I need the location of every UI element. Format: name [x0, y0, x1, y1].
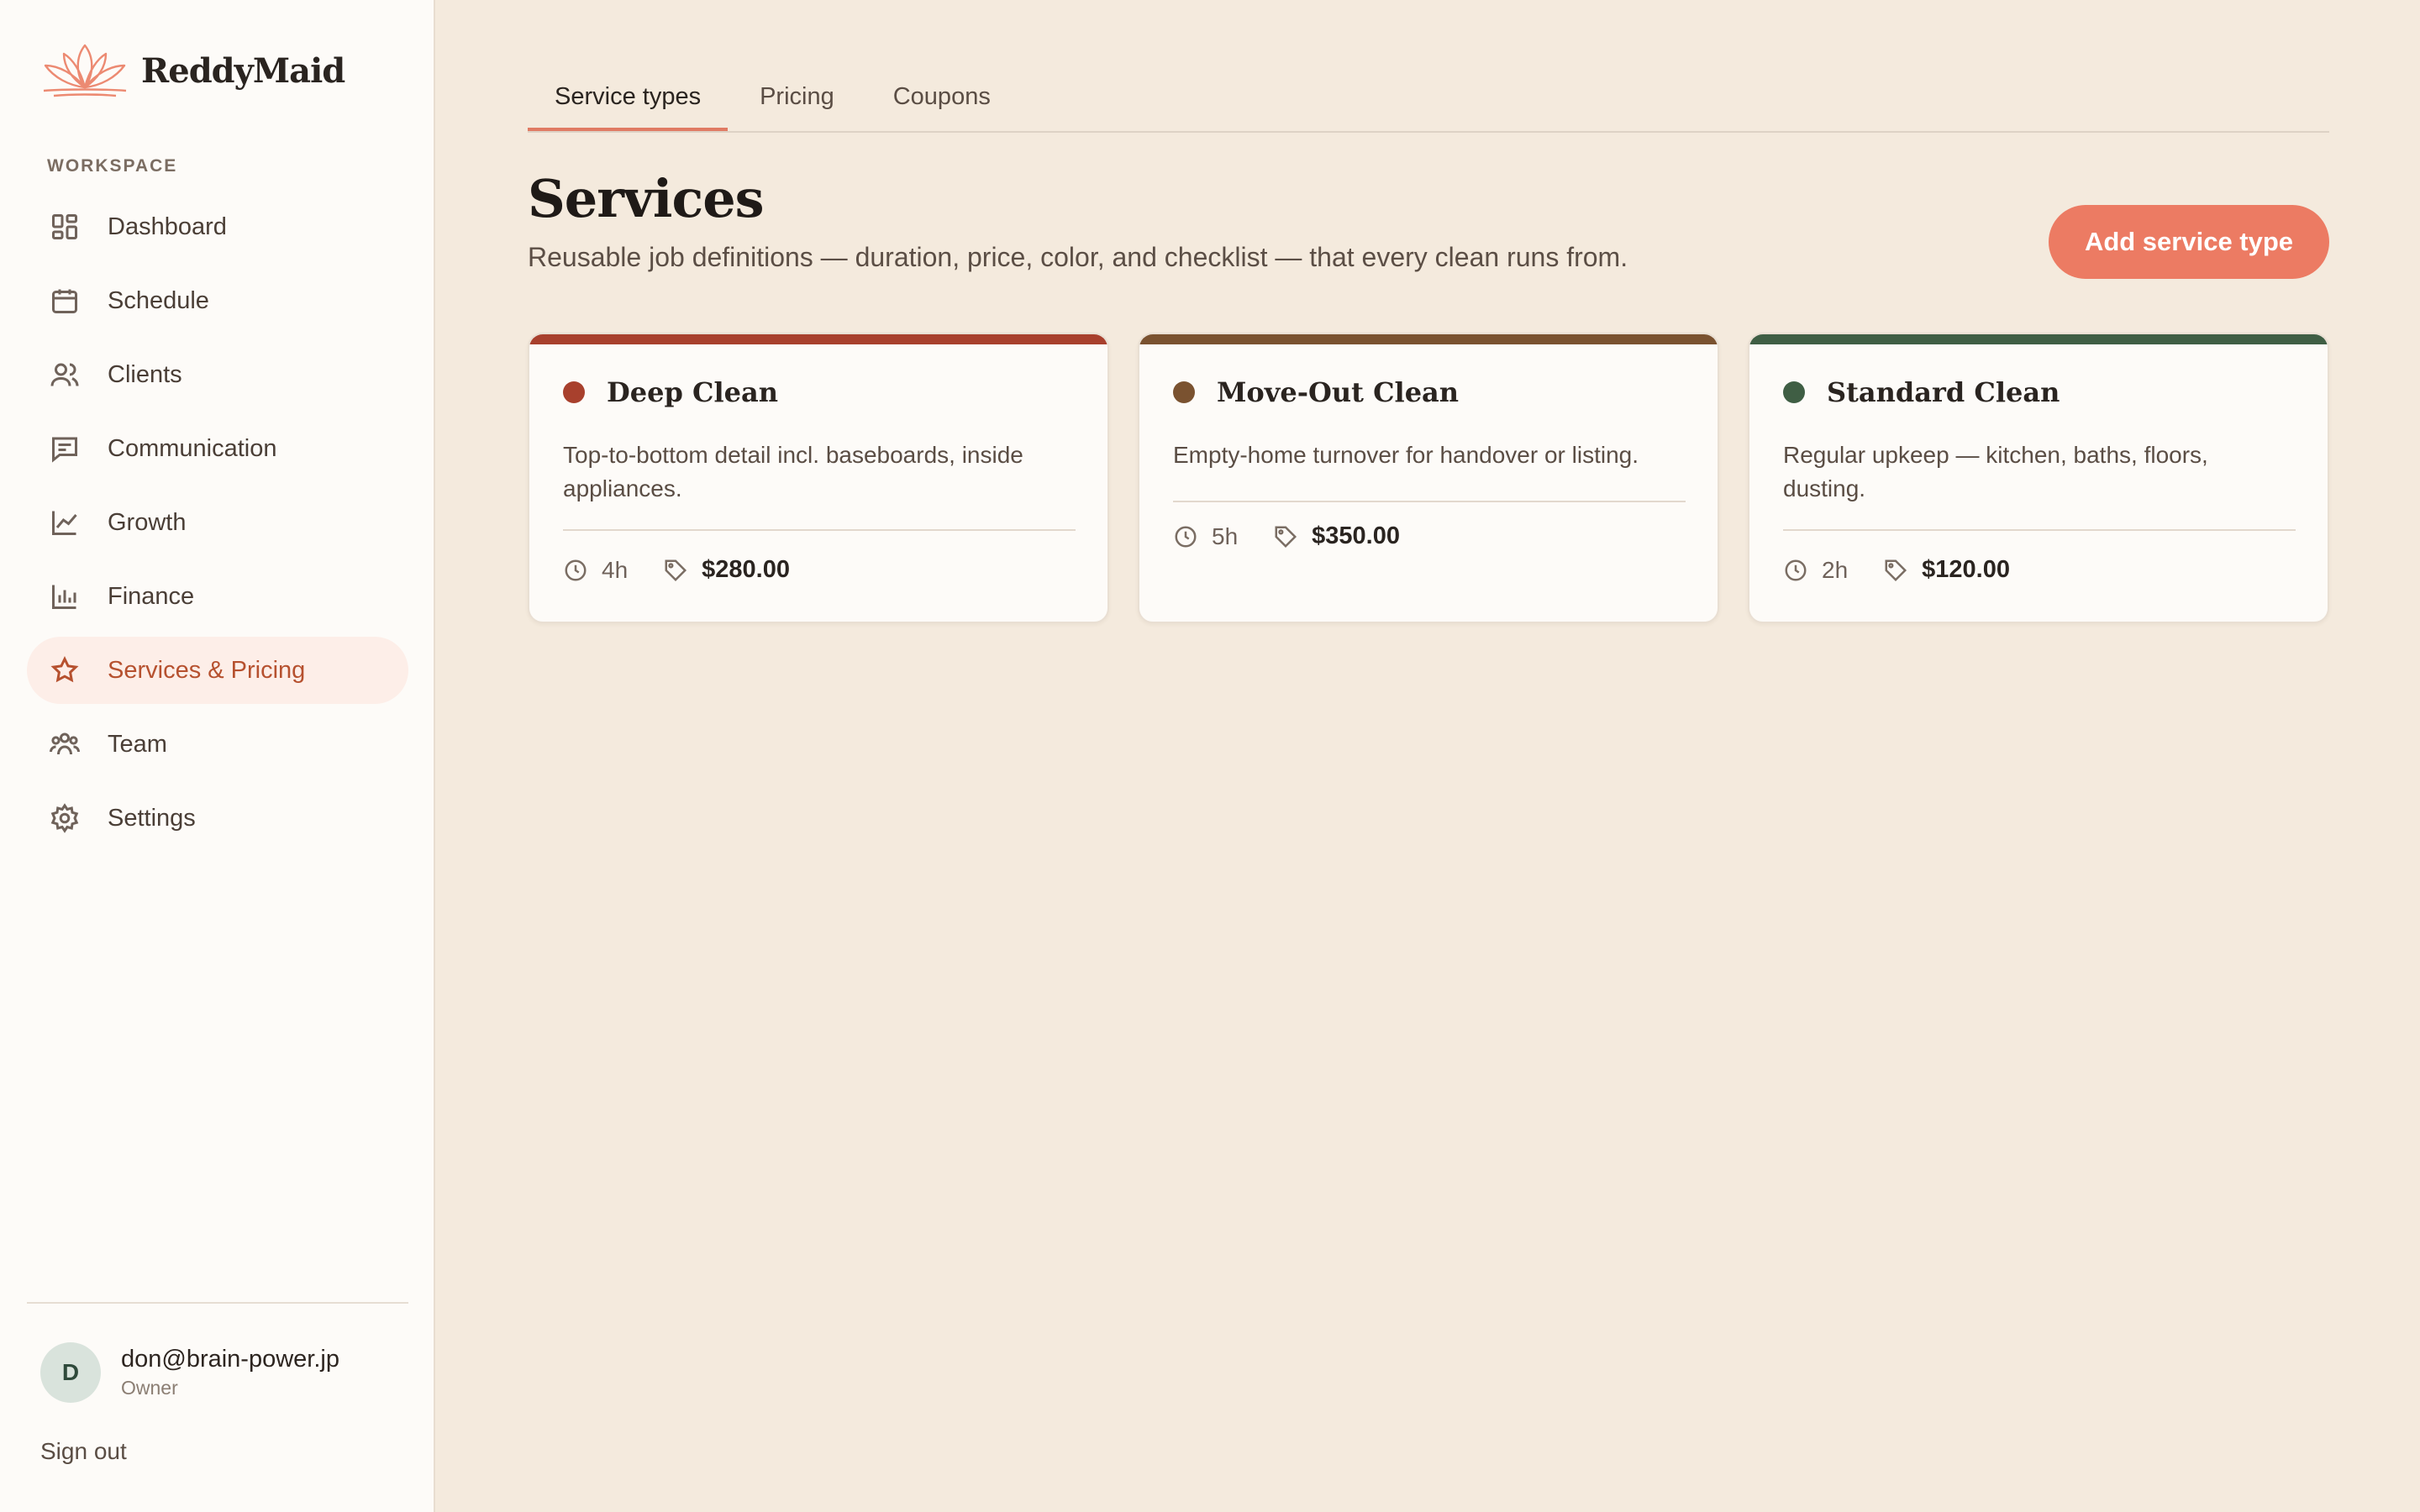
card-color-bar: [1749, 334, 2328, 344]
user-profile[interactable]: D don@brain-power.jp Owner: [40, 1342, 339, 1403]
star-icon: [47, 653, 82, 688]
tag-icon: [1273, 524, 1298, 549]
sidebar-item-label: Communication: [108, 434, 277, 462]
service-duration: 2h: [1822, 556, 1849, 583]
card-divider: [1173, 501, 1686, 502]
service-name: Move-Out Clean: [1217, 376, 1460, 408]
tab-service-types[interactable]: Service types: [528, 71, 729, 131]
page-subtitle: Reusable job definitions — duration, pri…: [528, 242, 1628, 272]
service-description: Top-to-bottom detail incl. baseboards, i…: [563, 442, 1023, 501]
add-service-type-button[interactable]: Add service type: [2049, 205, 2329, 279]
user-email: don@brain-power.jp: [121, 1346, 339, 1373]
sidebar: ReddyMaid WORKSPACE Dashboard Schedule C…: [0, 0, 435, 1512]
section-label-workspace: WORKSPACE: [47, 156, 178, 176]
service-duration: 4h: [602, 556, 629, 583]
tag-icon: [1883, 558, 1908, 583]
brand[interactable]: ReddyMaid: [39, 37, 345, 105]
brand-name: ReddyMaid: [141, 51, 345, 91]
sidebar-item-services-pricing[interactable]: Services & Pricing: [27, 637, 408, 704]
sidebar-item-label: Settings: [108, 804, 196, 832]
card-color-bar: [1139, 334, 1718, 344]
clock-icon: [563, 558, 588, 583]
grid-icon: [47, 209, 82, 244]
service-price: $120.00: [1922, 556, 2010, 583]
card-color-bar: [529, 334, 1107, 344]
gear-icon: [47, 801, 82, 836]
service-description: Regular upkeep — kitchen, baths, floors,…: [1783, 442, 2208, 501]
users-icon: [47, 357, 82, 392]
sidebar-item-label: Finance: [108, 582, 195, 610]
service-price: $280.00: [702, 556, 790, 583]
sidebar-nav: Dashboard Schedule Clients Communication: [27, 193, 408, 858]
service-name: Standard Clean: [1827, 376, 2060, 408]
bar-chart-icon: [47, 579, 82, 614]
sign-out-link[interactable]: Sign out: [40, 1438, 127, 1465]
sidebar-item-label: Services & Pricing: [108, 656, 306, 684]
service-meta: 2h $120.00: [1783, 556, 2010, 584]
page-title: Services: [528, 168, 765, 229]
sidebar-item-label: Growth: [108, 508, 187, 536]
service-meta: 4h $280.00: [563, 556, 790, 584]
clock-icon: [1173, 524, 1198, 549]
color-dot: [1173, 381, 1195, 403]
card-divider: [1783, 529, 2296, 531]
sidebar-item-clients[interactable]: Clients: [27, 341, 408, 408]
service-card-deep-clean[interactable]: Deep Clean Top-to-bottom detail incl. ba…: [528, 333, 1109, 623]
sidebar-item-label: Schedule: [108, 286, 209, 314]
sidebar-item-dashboard[interactable]: Dashboard: [27, 193, 408, 260]
tab-coupons[interactable]: Coupons: [866, 71, 1018, 131]
team-icon: [47, 727, 82, 762]
sidebar-divider: [27, 1302, 408, 1304]
tab-pricing[interactable]: Pricing: [733, 71, 861, 131]
sidebar-item-label: Clients: [108, 360, 182, 388]
sidebar-item-communication[interactable]: Communication: [27, 415, 408, 482]
service-price: $350.00: [1312, 522, 1400, 549]
sidebar-item-finance[interactable]: Finance: [27, 563, 408, 630]
clock-icon: [1783, 558, 1808, 583]
service-duration: 5h: [1212, 522, 1239, 549]
service-name: Deep Clean: [607, 376, 778, 408]
calendar-icon: [47, 283, 82, 318]
service-card-standard-clean[interactable]: Standard Clean Regular upkeep — kitchen,…: [1748, 333, 2329, 623]
service-description: Empty-home turnover for handover or list…: [1173, 442, 1639, 468]
sidebar-item-growth[interactable]: Growth: [27, 489, 408, 556]
color-dot: [1783, 381, 1805, 403]
sidebar-item-label: Team: [108, 730, 167, 758]
message-icon: [47, 431, 82, 466]
sidebar-item-settings[interactable]: Settings: [27, 785, 408, 852]
sidebar-item-schedule[interactable]: Schedule: [27, 267, 408, 334]
color-dot: [563, 381, 585, 403]
user-role: Owner: [121, 1377, 178, 1399]
tag-icon: [663, 558, 688, 583]
main-content: Service types Pricing Coupons Services R…: [435, 0, 2420, 1512]
avatar: D: [40, 1342, 101, 1403]
sidebar-item-label: Dashboard: [108, 213, 227, 240]
tab-bar: Service types Pricing Coupons: [528, 71, 2329, 133]
sidebar-item-team[interactable]: Team: [27, 711, 408, 778]
lotus-icon: [39, 37, 131, 105]
service-card-move-out-clean[interactable]: Move-Out Clean Empty-home turnover for h…: [1138, 333, 1719, 623]
service-card-list: Deep Clean Top-to-bottom detail incl. ba…: [528, 333, 2358, 623]
card-divider: [563, 529, 1076, 531]
service-meta: 5h $350.00: [1173, 522, 1400, 550]
trend-icon: [47, 505, 82, 540]
